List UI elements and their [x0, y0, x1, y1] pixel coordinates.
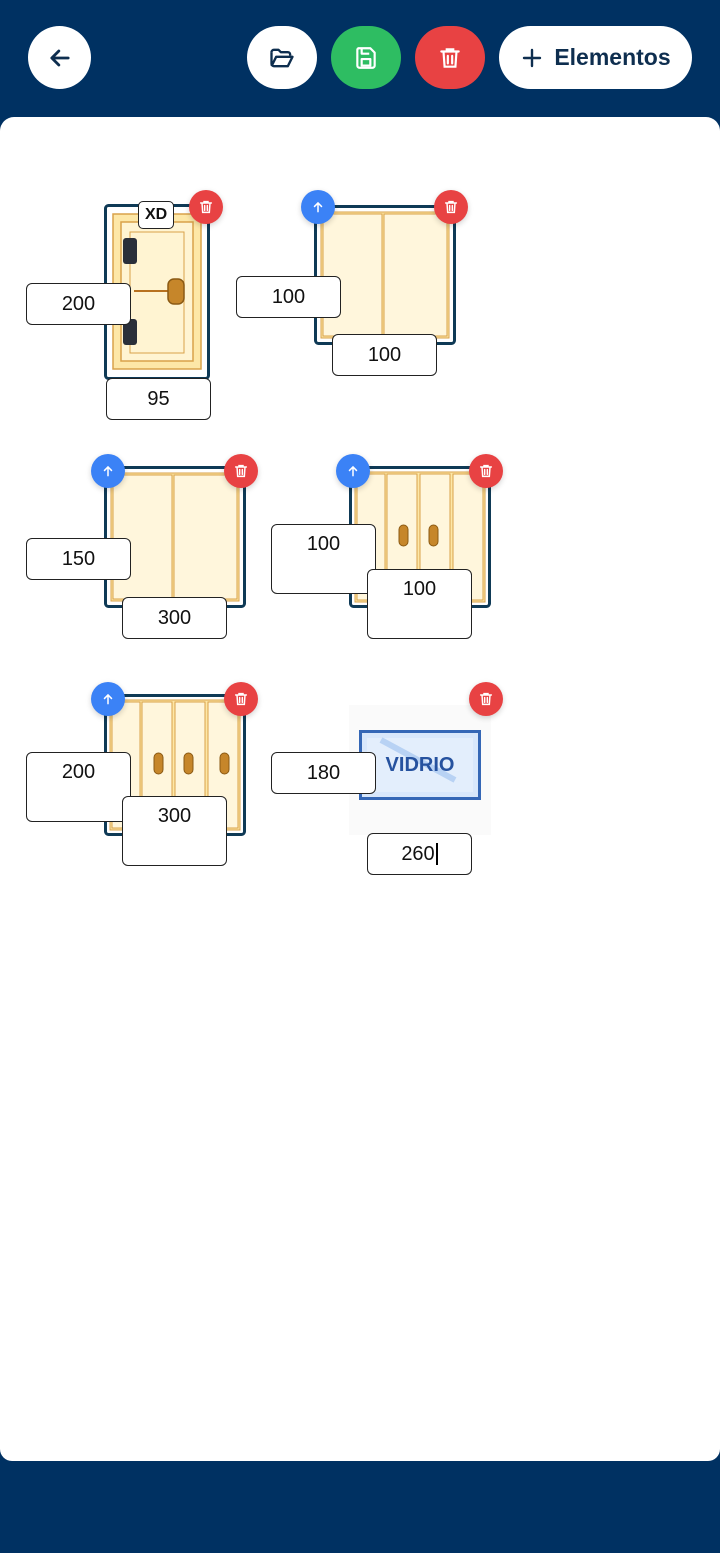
- arrow-up-icon: [103, 693, 113, 705]
- move-up-button[interactable]: [91, 454, 125, 488]
- delete-element-button[interactable]: [434, 190, 468, 224]
- height-input[interactable]: 200: [26, 752, 131, 822]
- arrow-left-icon: [49, 49, 70, 66]
- glass-label: VIDRIO: [385, 753, 455, 776]
- width-input-value: 260: [401, 842, 435, 865]
- height-input[interactable]: 100: [236, 276, 341, 318]
- arrow-up-icon: [313, 201, 323, 213]
- move-up-button[interactable]: [301, 190, 335, 224]
- height-input[interactable]: 200: [26, 283, 131, 325]
- arrow-up-icon: [103, 465, 113, 477]
- open-project-button[interactable]: [247, 26, 317, 89]
- height-input[interactable]: 100: [271, 524, 376, 594]
- width-input[interactable]: 100: [367, 569, 472, 639]
- delete-element-button[interactable]: [469, 682, 503, 716]
- add-elements-label: Elementos: [554, 44, 671, 70]
- save-button[interactable]: [331, 26, 401, 89]
- back-button[interactable]: [28, 26, 91, 89]
- move-up-button[interactable]: [91, 682, 125, 716]
- trash-icon: [234, 692, 248, 706]
- width-input[interactable]: 100: [332, 334, 437, 376]
- save-icon: [356, 46, 376, 69]
- delete-element-button[interactable]: [224, 454, 258, 488]
- width-input[interactable]: 95: [106, 378, 211, 420]
- delete-element-button[interactable]: [224, 682, 258, 716]
- delete-element-button[interactable]: [469, 454, 503, 488]
- text-caret: [435, 843, 438, 865]
- height-input[interactable]: 180: [271, 752, 376, 794]
- delete-element-button[interactable]: [189, 190, 223, 224]
- trash-icon: [440, 47, 460, 68]
- arrow-up-icon: [348, 465, 358, 477]
- width-input[interactable]: 300: [122, 796, 227, 866]
- cabinet-panel-2[interactable]: [314, 205, 456, 345]
- width-input-active[interactable]: 260: [367, 833, 472, 875]
- height-input[interactable]: 150: [26, 538, 131, 580]
- trash-icon: [479, 464, 493, 478]
- design-canvas[interactable]: XD 200 95 100 100 150 300 100 100 200 30…: [0, 117, 720, 1461]
- width-input[interactable]: 300: [122, 597, 227, 639]
- trash-icon: [479, 692, 493, 706]
- trash-icon: [444, 200, 458, 214]
- folder-open-icon: [270, 48, 294, 67]
- element-tag: XD: [138, 201, 175, 229]
- cabinet-panel-3[interactable]: [104, 466, 246, 608]
- delete-all-button[interactable]: [415, 26, 485, 89]
- trash-icon: [199, 200, 213, 214]
- add-elements-button[interactable]: Elementos: [499, 26, 692, 89]
- trash-icon: [234, 464, 248, 478]
- move-up-button[interactable]: [336, 454, 370, 488]
- plus-icon: [523, 48, 542, 67]
- top-toolbar: Elementos: [0, 0, 720, 117]
